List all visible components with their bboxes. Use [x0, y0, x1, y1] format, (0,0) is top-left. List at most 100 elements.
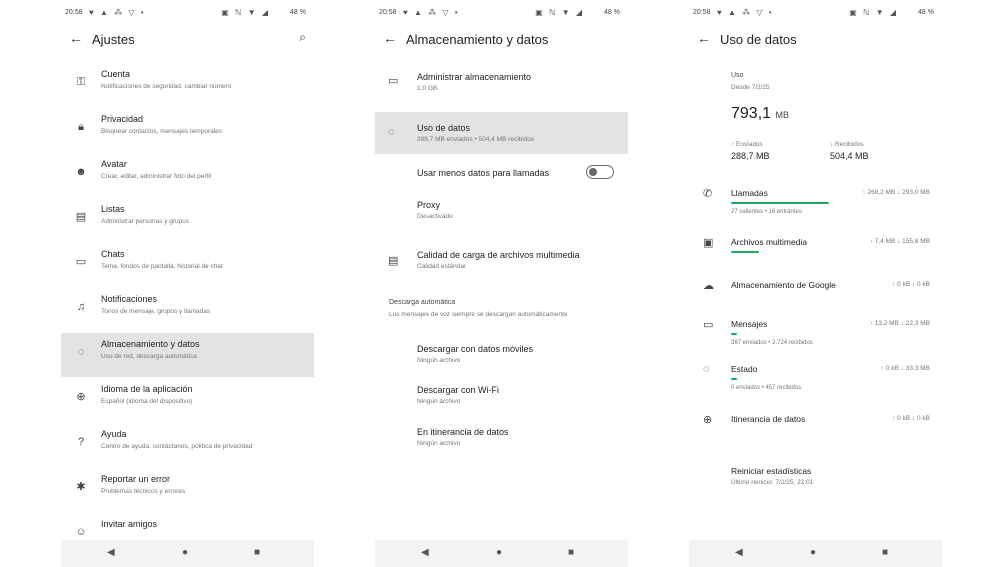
usage-category-values: ↑ 7,4 MB ↓ 155,8 MB [870, 238, 930, 245]
back-arrow-icon[interactable]: ← [383, 30, 397, 46]
download-wifi-value: Ningún archivo [417, 398, 461, 405]
usage-category-detail: 27 salientes • 16 entrantes [731, 209, 802, 215]
usage-category-name: Llamadas [731, 188, 768, 198]
usage-category-values: ↑ 0 kB ↓ 0 kB [892, 415, 930, 422]
system-nav-bar: ◀ ● ■ [375, 540, 628, 567]
nav-recents-icon[interactable]: ■ [568, 547, 574, 558]
settings-item-title: Cuenta [101, 69, 131, 79]
list-icon: ▤ [75, 211, 87, 223]
nav-back-icon[interactable]: ◀ [107, 547, 115, 558]
usage-category-name: Estado [731, 364, 758, 374]
usage-category-sent: ↑ 268,2 MB [862, 189, 896, 196]
data-usage-item[interactable]: ◌ Uso de datos 288,7 MB enviados • 504,4… [375, 112, 628, 154]
download-wifi-item[interactable]: Descargar con Wi-Fi Ningún archivo [375, 381, 628, 411]
usage-category-row[interactable]: ✆ Llamadas ↑ 268,2 MB ↓ 293,0 MB 27 salient… [689, 187, 942, 227]
usage-category-values: ↑ 0 kB ↓ 0 kB [892, 281, 930, 288]
sent-label: ↑ Enviados [731, 141, 763, 148]
download-roaming-title: En itinerancia de datos [417, 427, 509, 437]
status-icon: ◌ [703, 363, 710, 375]
proxy-item[interactable]: Proxy Desactivado [375, 196, 628, 226]
usage-total-unit: MB [775, 110, 790, 120]
page-title: Almacenamiento y datos [406, 32, 549, 47]
app-bar: ← Almacenamiento y datos [375, 30, 628, 52]
usage-category-values: ↑ 13,2 MB ↓ 22,3 MB [870, 320, 930, 327]
download-roaming-value: Ningún archivo [417, 440, 461, 447]
media-quality-icon: ▤ [388, 255, 399, 267]
status-time: 20:58 [65, 9, 83, 16]
settings-item-subtitle: Bloquear contactos, mensajes temporales [101, 128, 223, 135]
settings-item[interactable]: ♫ Notificaciones Tonos de mensaje, grupos … [61, 288, 314, 332]
media-quality-item[interactable]: ▤ Calidad de carga de archivos multimedi… [375, 246, 628, 276]
status-bar: 20:58 ♥ ▲ ⁂ ▽ • ▣ ℕ ▼ ◢ 48 % [689, 6, 942, 20]
phone-icon: ✆ [703, 188, 713, 200]
page-title: Uso de datos [720, 32, 797, 47]
cloud-icon: ☁ [703, 280, 714, 292]
nav-recents-icon[interactable]: ■ [882, 547, 888, 558]
storage-data-screen: 20:58 ♥ ▲ ⁂ ▽ • ▣ ℕ ▼ ◢ 48 % ← Almacenam… [375, 0, 628, 567]
nav-recents-icon[interactable]: ■ [254, 547, 260, 558]
usage-category-row[interactable]: ▭ Mensajes ↑ 13,2 MB ↓ 22,3 MB 387 enviados… [689, 318, 942, 358]
less-data-calls-title: Usar menos datos para llamadas [417, 168, 550, 178]
download-mobile-item[interactable]: Descargar con datos móviles Ningún archi… [375, 340, 628, 370]
notification-icons: ♥ ▲ ⁂ ▽ • [89, 8, 146, 17]
settings-item[interactable]: ◌ Almacenamiento y datos Uso de red, desca… [61, 333, 314, 377]
usage-category-bar [731, 202, 829, 204]
usage-total-value: 793,1 [731, 105, 772, 122]
data-usage-title: Uso de datos [417, 123, 471, 133]
settings-item-subtitle: Centro de ayuda, contáctanos, política d… [101, 443, 253, 450]
nav-home-icon[interactable]: ● [496, 547, 502, 558]
settings-item-title: Listas [101, 204, 125, 214]
invite-icon: ☺ [75, 526, 87, 538]
reset-stats-item[interactable]: Reiniciar estadísticas Último reinicio: … [689, 462, 942, 492]
usage-category-row[interactable]: ☁ Almacenamiento de Google ↑ 0 kB ↓ 0 kB [689, 279, 942, 319]
system-nav-bar: ◀ ● ■ [689, 540, 942, 567]
back-arrow-icon[interactable]: ← [697, 30, 711, 46]
usage-total: 793,1 MB [731, 105, 789, 123]
settings-item[interactable]: ⚿ Cuenta Notificaciones de seguridad, camb… [61, 63, 314, 107]
back-arrow-icon[interactable]: ← [69, 30, 83, 46]
usage-category-bar [731, 333, 737, 335]
nav-back-icon[interactable]: ◀ [421, 547, 429, 558]
help-icon: ? [77, 436, 85, 448]
less-data-calls-item[interactable]: Usar menos datos para llamadas [375, 162, 628, 186]
settings-item-title: Idioma de la aplicación [101, 384, 193, 394]
usage-category-row[interactable]: ⊕ Itinerancia de datos ↑ 0 kB ↓ 0 kB [689, 413, 942, 453]
manage-storage-item[interactable]: ▭ Administrar almacenamiento 1,0 GB [375, 68, 628, 102]
less-data-calls-toggle[interactable] [586, 165, 614, 179]
usage-label: Uso [731, 72, 744, 79]
settings-item[interactable]: ▤ Listas Administrar personas y grupos [61, 198, 314, 242]
usage-category-received: ↓ 293,0 MB [897, 189, 930, 196]
nav-home-icon[interactable]: ● [810, 547, 816, 558]
status-time: 20:58 [379, 9, 397, 16]
manage-storage-title: Administrar almacenamiento [417, 72, 532, 82]
settings-item[interactable]: ☻ Avatar Crear, editar, administrar foto d… [61, 153, 314, 197]
nav-back-icon[interactable]: ◀ [735, 547, 743, 558]
download-mobile-title: Descargar con datos móviles [417, 344, 534, 354]
settings-item-title: Invitar amigos [101, 519, 158, 529]
settings-item-title: Avatar [101, 159, 127, 169]
search-icon[interactable]: ⌕ [299, 30, 306, 45]
settings-item[interactable]: ▭ Chats Tema, fondos de pantalla, historia… [61, 243, 314, 287]
usage-category-row[interactable]: ▣ Archivos multimedia ↑ 7,4 MB ↓ 155,8 MB [689, 236, 942, 276]
usage-category-sent: ↑ 13,2 MB [869, 320, 899, 327]
settings-item[interactable]: 🔒︎ Privacidad Bloquear contactos, mensajes… [61, 108, 314, 152]
app-bar: ← Uso de datos [689, 30, 942, 52]
data-usage-screen: 20:58 ♥ ▲ ⁂ ▽ • ▣ ℕ ▼ ◢ 48 % ← Uso de da… [689, 0, 942, 567]
usage-category-detail: 0 enviados • 457 recibidos [731, 385, 802, 391]
sent-value: 288,7 MB [731, 151, 770, 161]
system-icons: ▣ ℕ ▼ ◢ [535, 8, 584, 17]
download-roaming-item[interactable]: En itinerancia de datos Ningún archivo [375, 423, 628, 453]
settings-item[interactable]: ? Ayuda Centro de ayuda, contáctanos, polí… [61, 423, 314, 467]
usage-category-row[interactable]: ◌ Estado ↑ 0 kB ↓ 33,3 MB 0 enviados • 457 … [689, 363, 942, 403]
settings-item-subtitle: Problemas técnicos y errores [101, 488, 186, 495]
download-wifi-title: Descargar con Wi-Fi [417, 385, 500, 395]
settings-item[interactable]: ⊕ Idioma de la aplicación Español (idioma … [61, 378, 314, 422]
usage-since: Desde 7/2/25 [731, 84, 770, 91]
usage-category-name: Archivos multimedia [731, 237, 808, 247]
settings-item[interactable]: ✱ Reportar un error Problemas técnicos y e… [61, 468, 314, 512]
auto-download-desc: Los mensajes de voz siempre se descargan… [389, 311, 568, 318]
nav-home-icon[interactable]: ● [182, 547, 188, 558]
usage-category-sent: ↑ 0 kB [892, 281, 911, 288]
usage-category-values: ↑ 0 kB ↓ 33,3 MB [881, 365, 930, 372]
usage-category-received: ↓ 0 kB [911, 415, 930, 422]
